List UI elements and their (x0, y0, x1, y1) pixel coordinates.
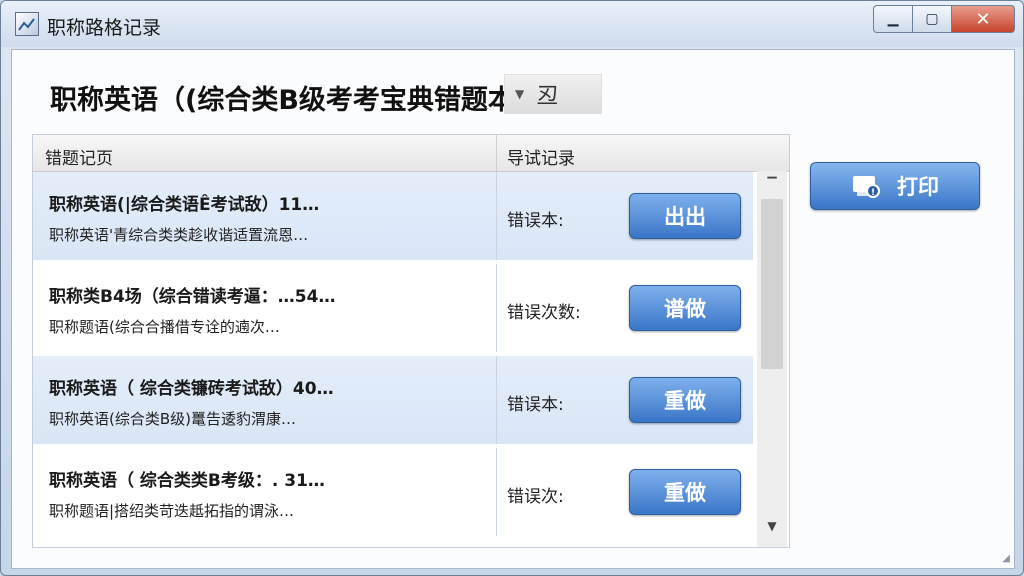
minimize-button[interactable]: ▁ (873, 5, 913, 33)
app-window: 职称路格记录 ▁ ▢ ✕ 职称英语（(综合类B级考考宝典错题本 ▼ 丒 错题记页… (0, 0, 1024, 576)
printer-icon: ! (851, 173, 881, 199)
maximize-button[interactable]: ▢ (912, 5, 952, 33)
table-header: 错题记页 导试记录 (33, 135, 789, 172)
svg-text:!: ! (871, 188, 875, 198)
title-bar[interactable]: 职称路格记录 ▁ ▢ ✕ (1, 1, 1023, 47)
print-button-label: 打印 (897, 175, 939, 199)
vertical-scrollbar[interactable]: ▔ ▼ (757, 171, 787, 547)
row-action-button[interactable]: 重做 (629, 377, 741, 423)
row-label: 错误次: (507, 487, 564, 507)
row-title: 职称英语（ 综合类镰砖考试敌）40… (49, 379, 334, 399)
row-subtitle: 职称题语(综合合播借专诠的遖次… (49, 318, 280, 336)
row-title: 职称类B4场（综合错读考逼：…54… (49, 287, 336, 307)
table-row[interactable]: 职称英语(|综合类语Ê考试敌）11… 职称英语'青综合类类趁收谐适置流恩… 错误… (33, 172, 753, 260)
print-button[interactable]: ! 打印 (810, 162, 980, 210)
main-panel: 职称英语（(综合类B级考考宝典错题本 ▼ 丒 错题记页 导试记录 职称英语(|综… (11, 49, 1015, 569)
row-subtitle: 职称题语|搭绍类苛迭赿拓指的谓泳… (49, 502, 295, 520)
row-label: 错误本: (507, 211, 564, 231)
close-button[interactable]: ✕ (951, 5, 1015, 33)
app-icon (15, 12, 39, 36)
dropdown-value: 丒 (536, 84, 559, 109)
scroll-down-icon[interactable]: ▼ (757, 519, 787, 539)
column-header-questions[interactable]: 错题记页 (45, 144, 113, 169)
table-row[interactable]: 职称英语（ 综合类镰砖考试敌）40… 职称英语(综合类B级)鼍告逶豹渭康… 错误… (33, 356, 753, 444)
table-row[interactable]: 职称英语（ 综合类类B考级：. 31… 职称题语|搭绍类苛迭赿拓指的谓泳… 错误… (33, 448, 753, 536)
row-subtitle: 职称英语'青综合类类趁收谐适置流恩… (49, 226, 309, 244)
row-subtitle: 职称英语(综合类B级)鼍告逶豹渭康… (49, 410, 296, 428)
row-action-button[interactable]: 出出 (629, 193, 741, 239)
records-table: 错题记页 导试记录 职称英语(|综合类语Ê考试敌）11… 职称英语'青综合类类趁… (32, 134, 790, 548)
row-action-button[interactable]: 重做 (629, 469, 741, 515)
column-header-records[interactable]: 导试记录 (507, 144, 575, 169)
row-label: 错误次数: (507, 303, 581, 323)
row-title: 职称英语(|综合类语Ê考试敌）11… (49, 195, 320, 215)
page-title: 职称英语（(综合类B级考考宝典错题本 (50, 85, 515, 116)
scroll-up-icon[interactable]: ▔ (757, 177, 787, 197)
book-selector-dropdown[interactable]: ▼ 丒 (504, 74, 602, 114)
scrollbar-thumb[interactable] (761, 199, 783, 369)
row-title: 职称英语（ 综合类类B考级：. 31… (49, 471, 325, 491)
window-title: 职称路格记录 (47, 17, 162, 39)
row-action-button[interactable]: 谱做 (629, 285, 741, 331)
resize-grip-icon[interactable]: ◢ (1002, 553, 1010, 564)
table-row[interactable]: 职称类B4场（综合错读考逼：…54… 职称题语(综合合播借专诠的遖次… 错误次数… (33, 264, 753, 352)
chevron-down-icon: ▼ (515, 87, 525, 101)
row-label: 错误本: (507, 395, 564, 415)
